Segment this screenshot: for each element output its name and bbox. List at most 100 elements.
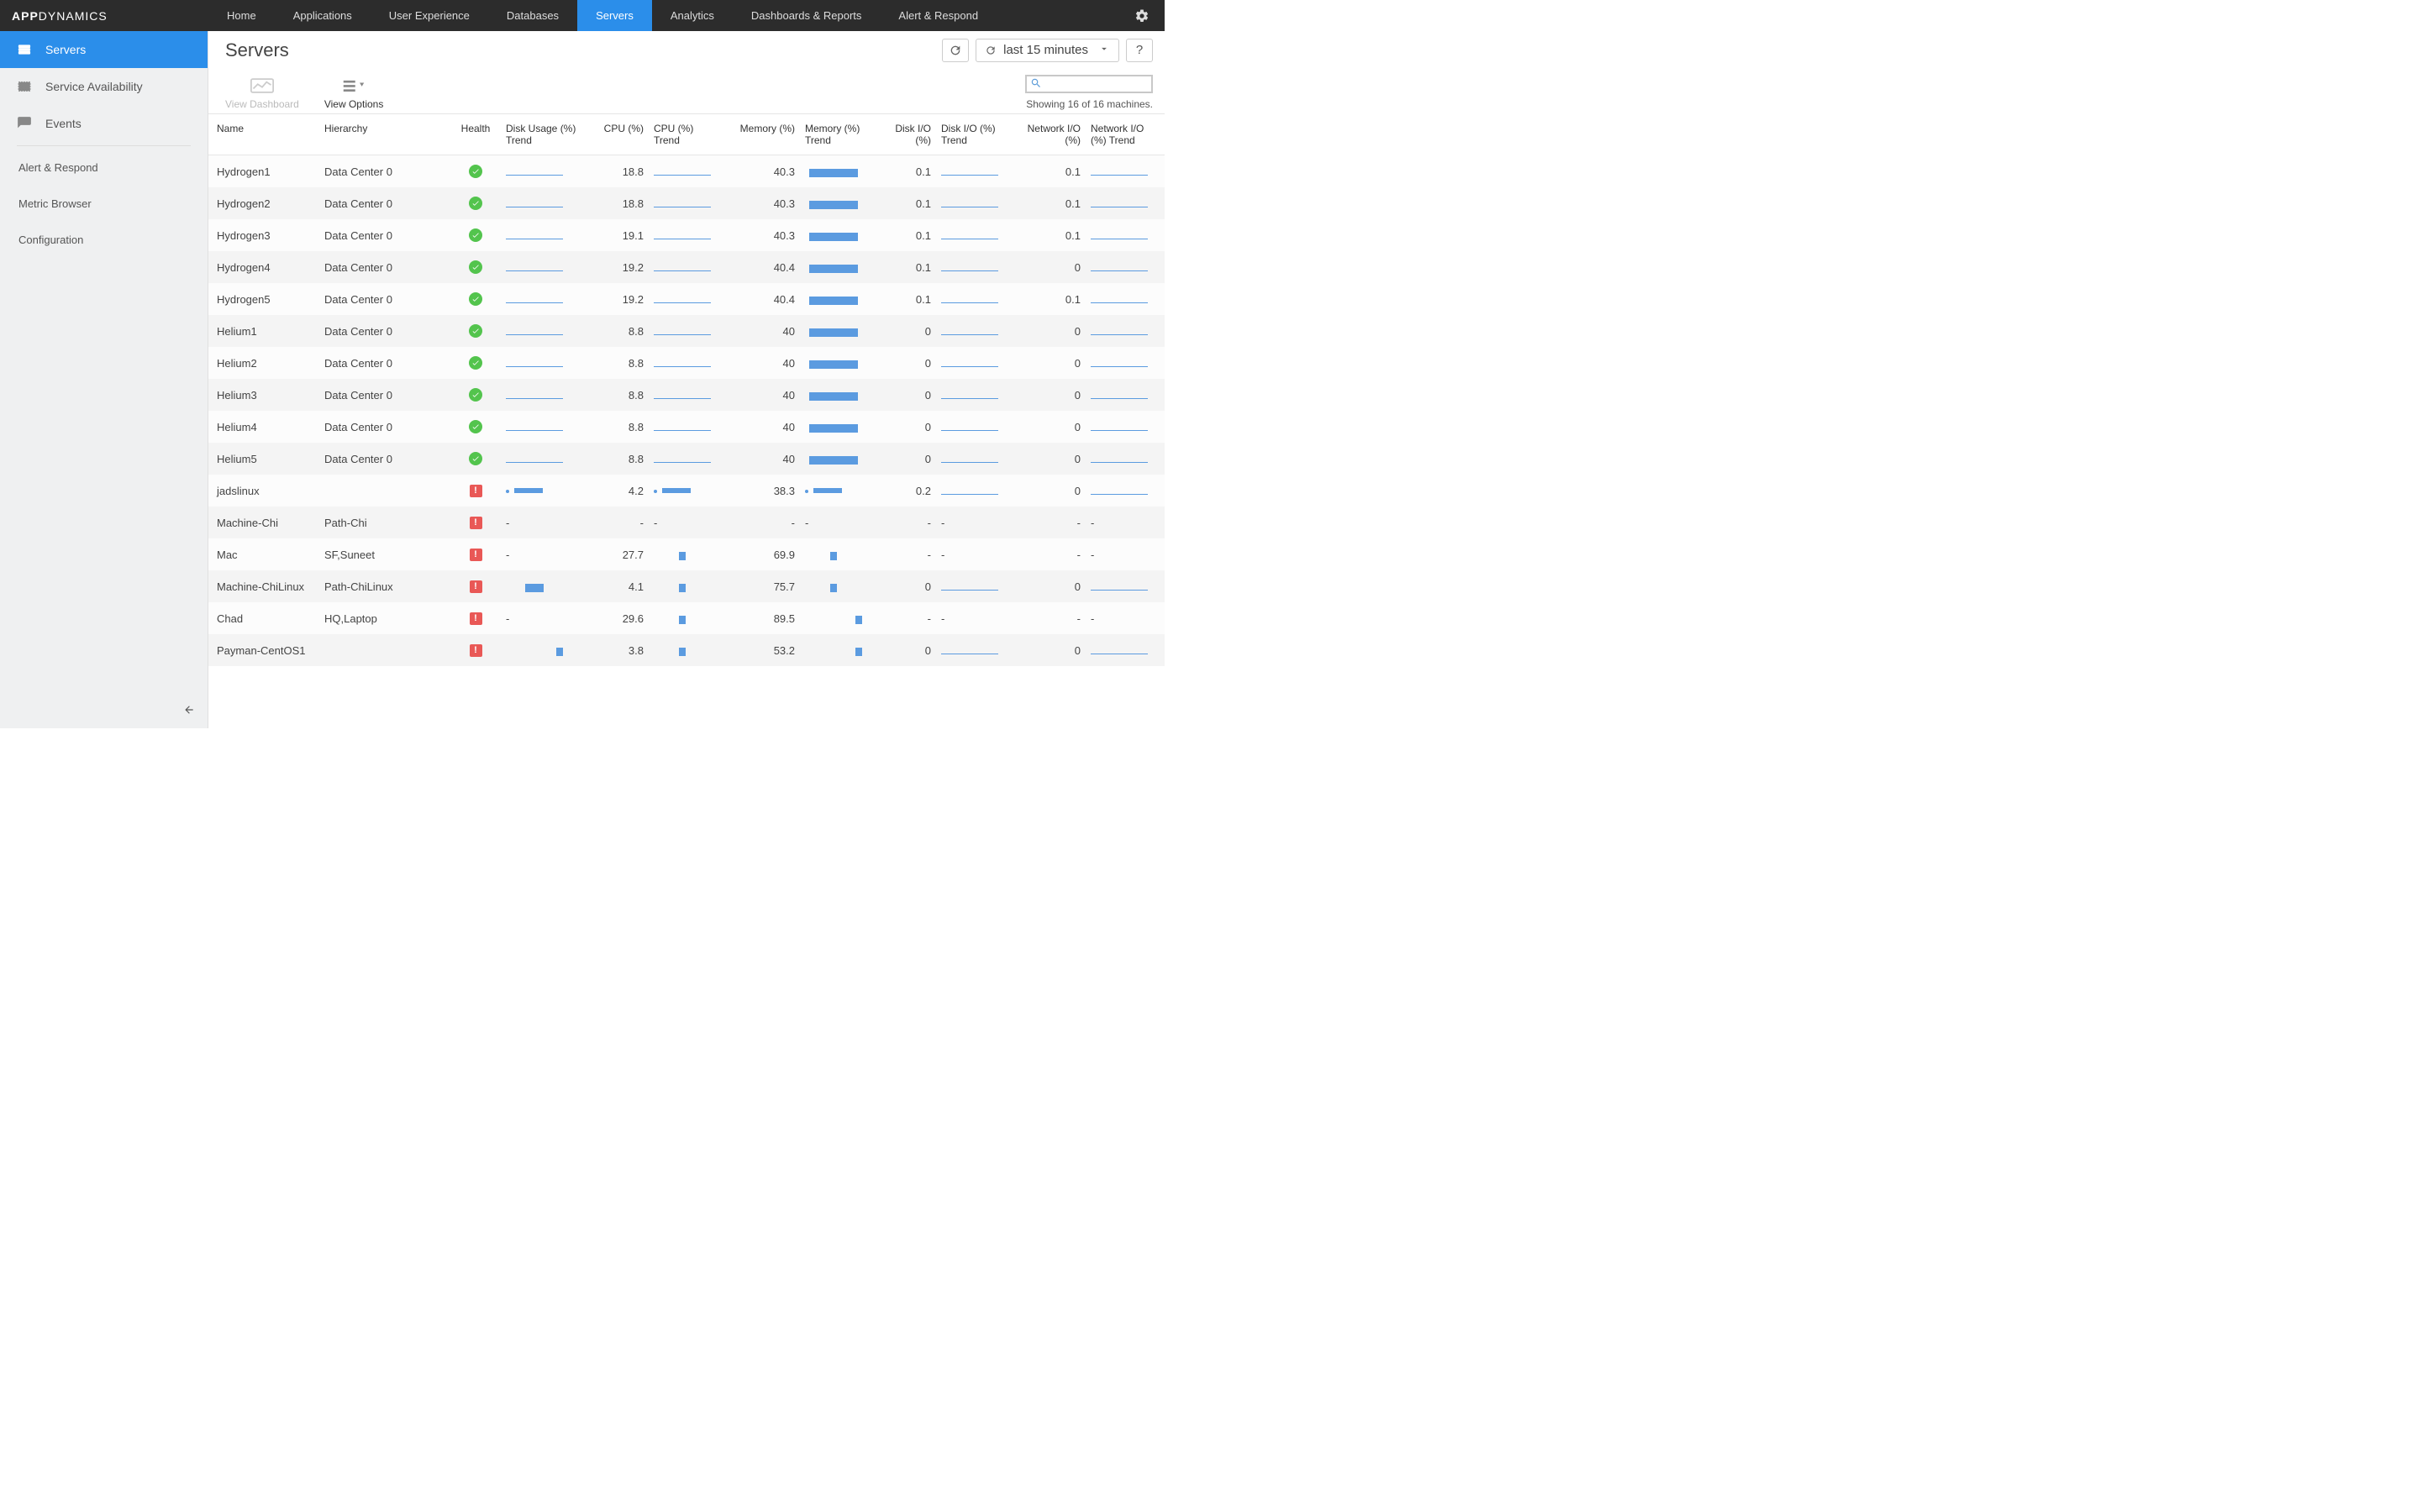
cell-hierarchy: Data Center 0 (319, 165, 450, 178)
column-header-mem[interactable]: Memory (%) (724, 114, 800, 155)
column-header-health[interactable]: Health (450, 114, 501, 155)
sparkbar-trend (805, 612, 862, 624)
table-row[interactable]: Machine-ChiLinuxPath-ChiLinux!4.175.700 (208, 570, 1165, 602)
topnav-item-alert-respond[interactable]: Alert & Respond (880, 0, 997, 31)
cell-cpu: 27.7 (592, 549, 649, 561)
settings-gear-icon[interactable] (1129, 0, 1155, 31)
view-dashboard-button[interactable]: View Dashboard (225, 77, 299, 110)
table-row[interactable]: Hydrogen3Data Center 019.140.30.10.1 (208, 219, 1165, 251)
sidebar-item-metric-browser[interactable]: Metric Browser (0, 186, 208, 222)
sparkbar-trend (506, 644, 563, 656)
cell-health (450, 388, 501, 402)
view-options-label: View Options (324, 98, 383, 110)
table-row[interactable]: Machine-ChiPath-Chi!--------- (208, 507, 1165, 538)
table-row[interactable]: Helium3Data Center 08.84000 (208, 379, 1165, 411)
cell-netio: 0 (1012, 357, 1086, 370)
topnav-item-servers[interactable]: Servers (577, 0, 652, 31)
table-row[interactable]: ChadHQ,Laptop!-29.689.5---- (208, 602, 1165, 634)
topnav-item-user-experience[interactable]: User Experience (371, 0, 488, 31)
sparkline-trend (1091, 325, 1148, 337)
sidebar-item-label: Servers (45, 43, 86, 56)
cell-health (450, 228, 501, 242)
column-header-mem_trend[interactable]: Memory (%) Trend (800, 114, 884, 155)
topnav-item-home[interactable]: Home (208, 0, 275, 31)
table-row[interactable]: MacSF,Suneet!-27.769.9---- (208, 538, 1165, 570)
column-header-cpu_trend[interactable]: CPU (%) Trend (649, 114, 724, 155)
cell-diskio_trend (936, 229, 1012, 241)
column-header-hierarchy[interactable]: Hierarchy (319, 114, 450, 155)
cell-cpu_trend (649, 357, 724, 369)
health-ok-icon (469, 165, 482, 178)
cell-cpu_trend (649, 389, 724, 401)
table-row[interactable]: Hydrogen4Data Center 019.240.40.10 (208, 251, 1165, 283)
column-header-netio_trend[interactable]: Network I/O (%) Trend (1086, 114, 1156, 155)
cell-mem_trend (800, 261, 884, 273)
health-critical-icon: ! (470, 485, 482, 497)
column-header-name[interactable]: Name (208, 114, 319, 155)
table-row[interactable]: Helium2Data Center 08.84000 (208, 347, 1165, 379)
sidebar-item-service-availability[interactable]: Service Availability (0, 68, 208, 105)
topnav-item-databases[interactable]: Databases (488, 0, 577, 31)
sparkline-trend (941, 453, 998, 465)
sidebar-item-label: Service Availability (45, 80, 143, 93)
column-header-disk_trend[interactable]: Disk Usage (%) Trend (501, 114, 592, 155)
cell-mem: 40 (724, 357, 800, 370)
cell-cpu: 19.2 (592, 261, 649, 274)
cell-disk_trend (501, 197, 592, 209)
topnav-item-dashboards-reports[interactable]: Dashboards & Reports (733, 0, 881, 31)
cell-name: Machine-ChiLinux (208, 580, 319, 593)
view-options-button[interactable]: View Options (324, 77, 383, 110)
column-header-diskio_trend[interactable]: Disk I/O (%) Trend (936, 114, 1012, 155)
cell-health: ! (450, 644, 501, 657)
cell-mem: 40 (724, 325, 800, 338)
table-row[interactable]: jadslinux!4.238.30.20 (208, 475, 1165, 507)
sparkline-trend (941, 357, 998, 369)
cell-mem: 38.3 (724, 485, 800, 497)
column-header-netio[interactable]: Network I/O (%) (1012, 114, 1086, 155)
table-row[interactable]: Hydrogen1Data Center 018.840.30.10.1 (208, 155, 1165, 187)
table-row[interactable]: Hydrogen5Data Center 019.240.40.10.1 (208, 283, 1165, 315)
collapse-sidebar-button[interactable] (179, 700, 199, 720)
sidebar-item-servers[interactable]: Servers (0, 31, 208, 68)
table-row[interactable]: Helium5Data Center 08.84000 (208, 443, 1165, 475)
sparkbar-trend (805, 165, 862, 177)
sparkline-trend (1091, 229, 1148, 241)
sparkline-trend (941, 485, 998, 496)
sidebar-item-configuration[interactable]: Configuration (0, 222, 208, 258)
column-header-diskio[interactable]: Disk I/O (%) (884, 114, 936, 155)
cell-mem: 40.3 (724, 165, 800, 178)
cell-diskio: - (884, 549, 936, 561)
time-range-selector[interactable]: last 15 minutes (976, 39, 1119, 62)
refresh-button[interactable] (942, 39, 969, 62)
top-nav: HomeApplicationsUser ExperienceDatabases… (208, 0, 997, 31)
cell-netio: - (1012, 517, 1086, 529)
topnav-item-applications[interactable]: Applications (275, 0, 371, 31)
table-row[interactable]: Hydrogen2Data Center 018.840.30.10.1 (208, 187, 1165, 219)
cell-diskio: 0.1 (884, 229, 936, 242)
sparkbar-trend (506, 488, 563, 493)
sidebar-item-events[interactable]: Events (0, 105, 208, 142)
cell-cpu: 8.8 (592, 325, 649, 338)
sparkbar-trend (654, 612, 711, 624)
help-button[interactable]: ? (1126, 39, 1153, 62)
cell-name: Helium5 (208, 453, 319, 465)
view-dashboard-label: View Dashboard (225, 98, 299, 110)
table-row[interactable]: Helium1Data Center 08.84000 (208, 315, 1165, 347)
cell-netio_trend: - (1086, 549, 1156, 561)
topnav-item-analytics[interactable]: Analytics (652, 0, 733, 31)
cell-hierarchy: Data Center 0 (319, 229, 450, 242)
cell-netio: 0.1 (1012, 293, 1086, 306)
cell-diskio_trend (936, 389, 1012, 401)
sparkbar-trend (805, 197, 862, 209)
sidebar-item-alert-respond[interactable]: Alert & Respond (0, 150, 208, 186)
table-row[interactable]: Payman-CentOS1!3.853.200 (208, 634, 1165, 666)
sidebar-separator (17, 145, 191, 146)
search-input[interactable] (1025, 75, 1153, 93)
cell-diskio: 0 (884, 325, 936, 338)
cell-netio_trend (1086, 357, 1156, 369)
table-row[interactable]: Helium4Data Center 08.84000 (208, 411, 1165, 443)
column-header-cpu[interactable]: CPU (%) (592, 114, 649, 155)
cell-health (450, 260, 501, 274)
cell-cpu_trend (649, 644, 724, 656)
sparkline-trend (1091, 485, 1148, 496)
